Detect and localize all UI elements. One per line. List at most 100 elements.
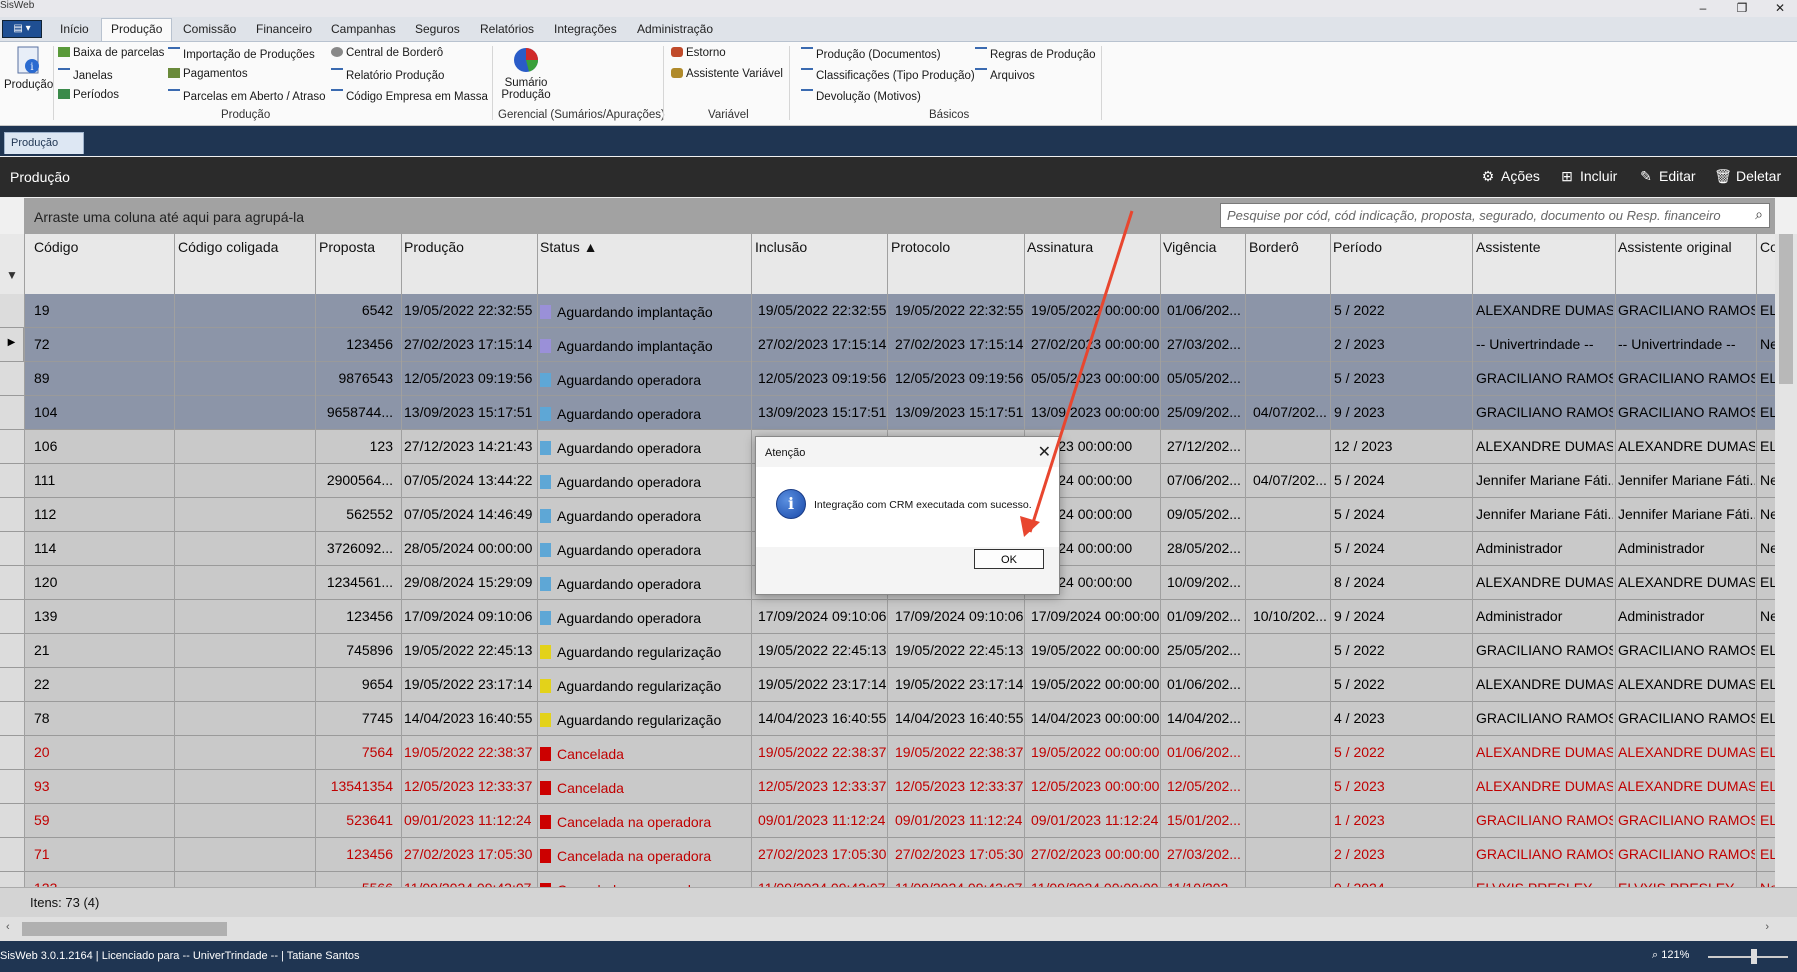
column-header-codigo[interactable]: Código [34,239,78,255]
ribbon-arquivos[interactable]: Arquivos [975,68,1035,82]
ribbon-producao-documentos[interactable]: Produção (Documentos) [801,47,941,61]
row-indicator[interactable] [0,668,25,701]
ribbon-central-bordero[interactable]: Central de Borderô [331,47,443,59]
ribbon-regras-producao[interactable]: Regras de Produção [975,47,1095,61]
column-header-inclusao[interactable]: Inclusão [755,239,807,255]
cell-original: GRACILIANO RAMOS [1618,710,1755,726]
column-header-producao[interactable]: Produção [404,239,464,255]
ribbon-assistente-variavel[interactable]: Assistente Variável [671,68,783,80]
tab-financeiro[interactable]: Financeiro [256,22,312,36]
ribbon-devolucao[interactable]: Devolução (Motivos) [801,89,921,103]
row-indicator[interactable]: ▶ [0,328,24,361]
column-header-assistente-original[interactable]: Assistente original [1618,239,1732,255]
row-indicator[interactable] [0,600,25,633]
row-indicator[interactable] [0,634,25,667]
vertical-scroll-thumb[interactable] [1779,234,1793,384]
row-indicator[interactable] [0,872,25,887]
cell-assinatura: 05/05/2023 00:00:00 [1031,370,1159,386]
row-indicator[interactable] [0,532,25,565]
status-text: Aguardando operadora [557,406,702,422]
ribbon-estorno[interactable]: Estorno [671,47,726,59]
row-indicator[interactable] [0,294,25,327]
ribbon-importacao-producoes[interactable]: Importação de Produções [168,47,315,61]
row-indicator[interactable] [0,736,25,769]
tab-campanhas[interactable]: Campanhas [331,22,396,36]
document-tab-producao[interactable]: Produção [4,132,84,154]
scroll-right-icon[interactable]: › [1765,921,1769,933]
ribbon-parcelas-aberto[interactable]: Parcelas em Aberto / Atraso [168,89,326,103]
horizontal-scroll-thumb[interactable] [22,922,227,936]
svg-text:i: i [30,62,33,73]
report-icon [331,68,343,80]
cell-assistente: -- Univertrindade -- [1476,336,1594,352]
tab-relatorios[interactable]: Relatórios [480,22,534,36]
attention-dialog: Atenção ✕ i Integração com CRM executada… [755,436,1060,595]
minimize-button[interactable]: ‒ [1688,0,1718,17]
row-indicator[interactable] [0,498,25,531]
row-indicator[interactable] [0,566,25,599]
row-indicator[interactable] [0,362,25,395]
tab-integracoes[interactable]: Integrações [554,22,617,36]
editar-label: Editar [1659,168,1696,184]
tab-producao[interactable]: Produção [101,18,173,41]
dialog-ok-button[interactable]: OK [974,549,1044,569]
ribbon-classificacoes[interactable]: Classificações (Tipo Produção) [801,68,975,82]
ribbon-codigo-empresa[interactable]: Código Empresa em Massa [331,89,488,103]
incluir-button[interactable]: ⊞ Incluir [1558,168,1617,185]
sumario-producao-button[interactable]: Sumário Produção [500,46,552,101]
column-header-bordero[interactable]: Borderô [1249,239,1299,255]
ribbon-label: Código Empresa em Massa [346,91,488,103]
deletar-button[interactable]: 🗑 Deletar [1714,168,1781,185]
ribbon-label: Relatório Produção [346,70,445,82]
column-header-vigencia[interactable]: Vigência [1163,239,1216,255]
status-text: Aguardando implantação [557,338,713,354]
row-indicator[interactable] [0,464,25,497]
row-indicator[interactable] [0,396,25,429]
tab-comissao[interactable]: Comissão [183,22,236,36]
restore-button[interactable]: ❐ [1727,0,1757,17]
column-header-periodo[interactable]: Período [1333,239,1382,255]
editar-button[interactable]: ✎ Editar [1637,168,1696,185]
column-header-protocolo[interactable]: Protocolo [891,239,950,255]
acoes-button[interactable]: ⚙ Ações [1479,168,1540,185]
column-header-proposta[interactable]: Proposta [319,239,375,255]
ribbon-periodos[interactable]: Períodos [58,89,119,101]
status-bar: SisWeb 3.0.1.2164 | Licenciado para -- U… [0,941,1797,972]
column-header-co[interactable]: Co [1760,239,1775,255]
cell-producao: 09/01/2023 11:12:24 [404,812,532,828]
producao-big-button[interactable]: i Produção [4,46,53,91]
row-indicator[interactable] [0,804,25,837]
row-indicator[interactable] [0,770,25,803]
search-input[interactable]: Pesquise por cód, cód indicação, propost… [1220,203,1770,228]
scroll-left-icon[interactable]: ‹ [6,921,10,933]
ribbon-janelas[interactable]: Janelas [58,68,113,82]
close-window-button[interactable]: ✕ [1765,0,1795,17]
app-menu-button[interactable]: ▤ ▾ [2,20,42,38]
row-indicator[interactable] [0,838,25,871]
vertical-scrollbar[interactable] [1775,234,1797,887]
tab-inicio[interactable]: Início [60,22,89,36]
row-indicator[interactable] [0,702,25,735]
ribbon-baixa-parcelas[interactable]: Baixa de parcelas [58,47,164,59]
ribbon-relatorio-producao[interactable]: Relatório Produção [331,68,444,82]
column-header-assistente[interactable]: Assistente [1476,239,1541,255]
horizontal-scrollbar[interactable]: ‹ › [0,917,1797,941]
zoom-level: ⌕ 121% [1652,949,1689,962]
zoom-slider[interactable] [1708,956,1788,958]
row-indicator[interactable] [0,430,25,463]
column-header-codigo-coligada[interactable]: Código coligada [178,239,278,255]
cell-proposta: 9654 [361,676,393,692]
ribbon-label: Importação de Produções [183,49,315,61]
filter-icon[interactable]: ▼ [6,268,18,282]
tab-seguros[interactable]: Seguros [415,22,460,36]
dialog-close-button[interactable]: ✕ [1038,442,1051,462]
tab-administracao[interactable]: Administração [637,22,713,36]
cell-assinatura: 17/09/2024 00:00:00 [1031,608,1159,624]
column-header-assinatura[interactable]: Assinatura [1027,239,1093,255]
column-header-status[interactable]: Status ▲ [540,239,597,255]
cell-protocolo: 19/05/2022 22:38:37 [895,744,1023,760]
zoom-slider-thumb[interactable] [1751,949,1757,964]
ribbon-pagamentos[interactable]: Pagamentos [168,68,248,80]
group-by-panel[interactable]: Arraste uma coluna até aqui para agrupá-… [24,198,1775,234]
search-icon[interactable]: ⌕ [1755,206,1763,223]
